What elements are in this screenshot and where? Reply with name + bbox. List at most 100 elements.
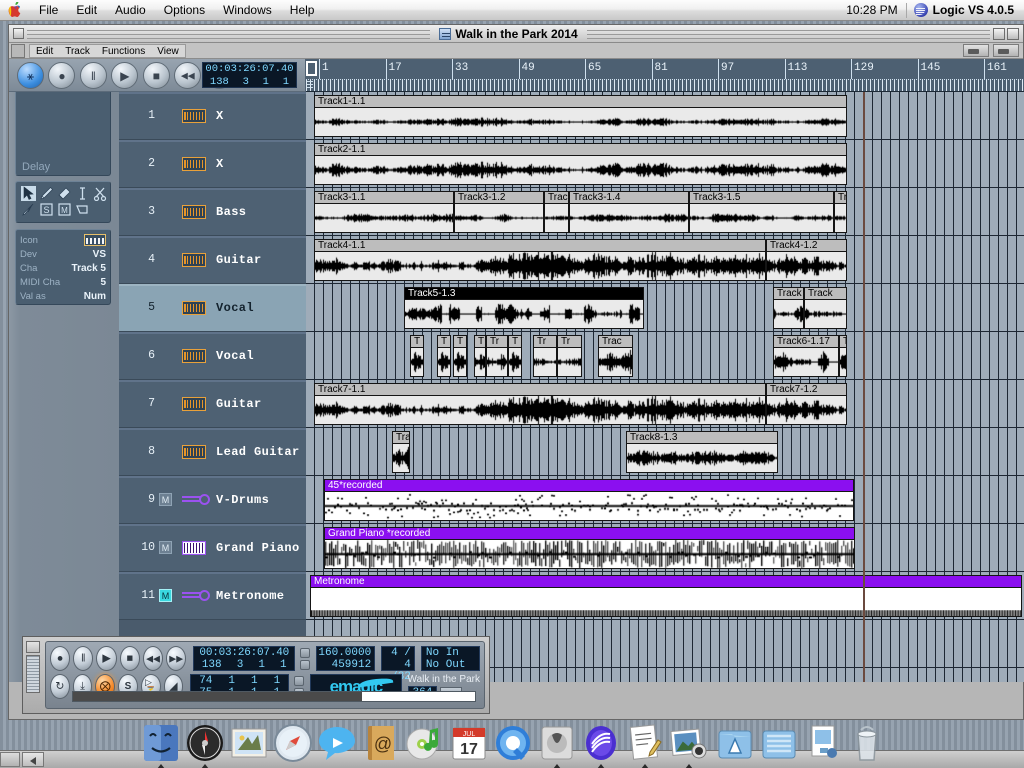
region[interactable]: Track xyxy=(804,287,847,329)
param-row-dev[interactable]: Dev VS xyxy=(20,247,106,261)
region[interactable]: T xyxy=(453,335,467,377)
region[interactable]: T xyxy=(410,335,424,377)
track-row[interactable]: 7 Guitar xyxy=(119,380,306,428)
track-row[interactable]: 2X xyxy=(119,140,306,188)
pause-button[interactable]: ‖ xyxy=(73,646,94,671)
region[interactable]: Track3-1.2 xyxy=(454,191,544,233)
region[interactable]: Track4-1.2 xyxy=(766,239,847,281)
record-button[interactable]: ● xyxy=(48,62,76,89)
stop-button[interactable]: ■ xyxy=(142,62,170,89)
safari-icon[interactable] xyxy=(272,722,314,764)
track-row[interactable]: 11 M Metronome xyxy=(119,572,306,620)
display-toggle-2[interactable] xyxy=(300,659,311,670)
region[interactable]: Trac xyxy=(598,335,633,377)
system-prefs-icon[interactable] xyxy=(536,722,578,768)
eraser-tool[interactable] xyxy=(57,186,72,201)
audio-waveform-icon[interactable] xyxy=(182,252,206,267)
region[interactable]: T xyxy=(437,335,451,377)
region[interactable]: Tra xyxy=(392,431,410,473)
arrange-menu-track[interactable]: Track xyxy=(59,45,96,57)
track-row[interactable]: 4 Guitar xyxy=(119,236,306,284)
region[interactable]: 45*recorded xyxy=(324,479,854,521)
region[interactable]: Track5-1.3 xyxy=(404,287,644,329)
finder-icon[interactable] xyxy=(140,722,182,768)
track-row[interactable]: 8 Lead Guitar xyxy=(119,428,306,476)
downloads-stack-icon[interactable] xyxy=(802,722,844,764)
region[interactable]: Tr xyxy=(486,335,508,377)
midi-track-icon[interactable] xyxy=(182,493,210,507)
menu-audio[interactable]: Audio xyxy=(106,0,155,21)
arrange-canvas[interactable]: Track1-1.1 Track2-1.1 Track3-1.1 Track3-1.2… xyxy=(306,92,1024,682)
track-row[interactable]: 5 Vocal xyxy=(119,284,306,332)
region[interactable]: Track3-1.1 xyxy=(314,191,454,233)
audio-waveform-icon[interactable] xyxy=(182,300,206,315)
cycle-start-marker[interactable] xyxy=(306,61,317,76)
ichat-icon[interactable] xyxy=(316,722,358,764)
region[interactable]: Grand Piano *recorded xyxy=(324,527,855,569)
address-book-icon[interactable]: @ xyxy=(360,722,402,764)
region[interactable]: Track2-1.1 xyxy=(314,143,847,185)
arrange-menu-edit[interactable]: Edit xyxy=(30,45,59,57)
param-row-cha[interactable]: Cha Track 5 xyxy=(20,261,106,275)
window-title-bar[interactable]: Walk in the Park 2014 xyxy=(9,25,1023,43)
bar-ruler[interactable]: 1 17 33 49 65 81 97 113 129 145 161 xyxy=(306,59,1024,92)
region[interactable]: Track6-1.17 xyxy=(773,335,839,377)
main-position-display[interactable]: 00:03:26:07.40 138 3 1 1 xyxy=(193,646,296,671)
zoom-tool[interactable] xyxy=(75,202,90,217)
link-mode-button[interactable] xyxy=(963,44,989,57)
region[interactable]: Trac xyxy=(544,191,569,233)
region[interactable]: Track7-1.2 xyxy=(766,383,847,425)
playhead[interactable] xyxy=(863,92,865,682)
mute-tool[interactable]: M xyxy=(57,202,72,217)
param-row-icon[interactable]: Icon xyxy=(20,233,106,247)
track-row[interactable]: 3 Bass xyxy=(119,188,306,236)
display-toggle-1[interactable] xyxy=(300,647,311,658)
glue-tool[interactable] xyxy=(21,202,36,217)
audio-waveform-icon[interactable] xyxy=(182,156,206,171)
transport-close-button[interactable] xyxy=(26,641,40,653)
track-row[interactable]: 10 M Grand Piano xyxy=(119,524,306,572)
midi-track-icon[interactable] xyxy=(182,589,210,603)
window-close-button[interactable] xyxy=(13,28,24,39)
region[interactable]: T xyxy=(839,335,847,377)
track-row[interactable]: 6 Vocal xyxy=(119,332,306,380)
region[interactable]: Track3-1.5 xyxy=(689,191,834,233)
region[interactable]: T xyxy=(474,335,486,377)
forward-button[interactable]: ▶▶ xyxy=(166,646,187,671)
region[interactable]: Metronome xyxy=(310,575,1022,617)
menu-clock[interactable]: 10:28 PM xyxy=(838,3,905,17)
midi-channel-badge[interactable]: M xyxy=(159,493,172,506)
mail-icon[interactable] xyxy=(228,722,270,764)
arrange-menu-view[interactable]: View xyxy=(151,45,185,57)
trash-icon[interactable] xyxy=(846,722,888,764)
itunes-icon[interactable] xyxy=(404,722,446,764)
region[interactable]: Track4-1.1 xyxy=(314,239,766,281)
menu-edit[interactable]: Edit xyxy=(67,0,106,21)
record-button[interactable]: ● xyxy=(50,646,71,671)
region[interactable]: Track xyxy=(773,287,804,329)
menu-file[interactable]: File xyxy=(30,0,67,21)
io-display[interactable]: No In No Out xyxy=(420,646,480,671)
midi-channel-badge[interactable]: M xyxy=(159,541,172,554)
logic-icon[interactable] xyxy=(580,722,622,768)
param-row-valas[interactable]: Val as Num xyxy=(20,289,106,303)
app-menu[interactable]: Logic VS 4.0.5 xyxy=(907,3,1024,17)
documents-folder-icon[interactable] xyxy=(758,722,800,764)
rewind-button[interactable]: ◀◀ xyxy=(174,62,202,89)
solo-tool[interactable]: S xyxy=(39,202,54,217)
piano-keys-icon[interactable] xyxy=(182,540,206,555)
transport-progress-bar[interactable] xyxy=(72,691,476,702)
transport-grip-dots[interactable] xyxy=(26,655,40,693)
param-row-midicha[interactable]: MIDI Cha 5 xyxy=(20,275,106,289)
menu-windows[interactable]: Windows xyxy=(214,0,281,21)
region[interactable]: Tr xyxy=(834,191,847,233)
region[interactable]: Track8-1.3 xyxy=(626,431,778,473)
region[interactable]: Tr xyxy=(557,335,582,377)
iphoto-icon[interactable] xyxy=(668,722,710,768)
text-tool[interactable] xyxy=(75,186,90,201)
window-resize-knob[interactable] xyxy=(11,43,25,58)
play-button[interactable]: ▶ xyxy=(111,62,139,89)
bottom-scroll-left-button[interactable] xyxy=(22,752,44,767)
textedit-icon[interactable] xyxy=(624,722,666,768)
dashboard-icon[interactable] xyxy=(184,722,226,768)
